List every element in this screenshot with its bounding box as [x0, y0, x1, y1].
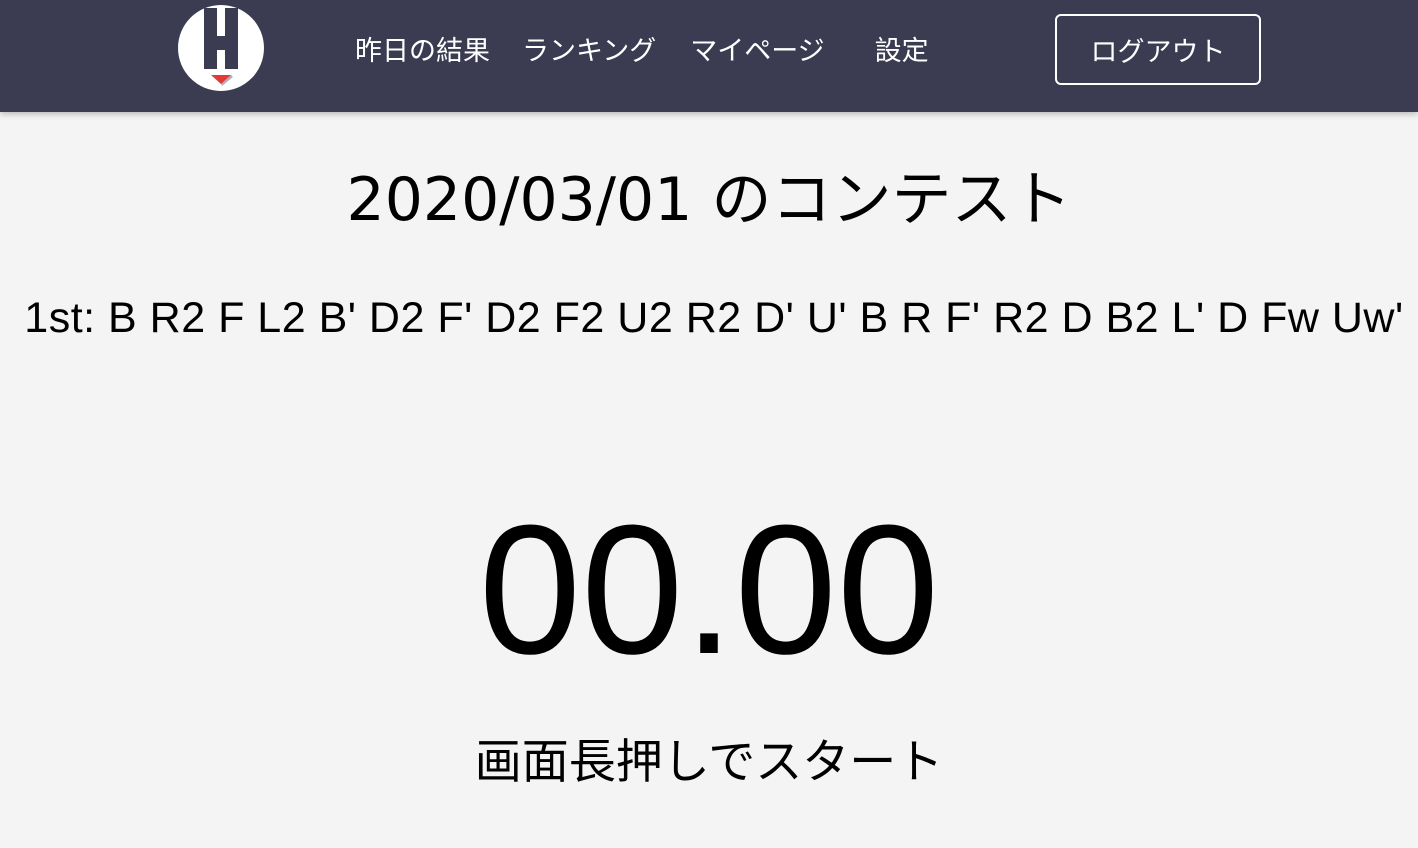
nav-links: 昨日の結果 ランキング マイページ 設定: [355, 0, 929, 96]
logo-icon[interactable]: [177, 4, 265, 92]
nav-link-ranking[interactable]: ランキング: [522, 29, 656, 68]
nav-link-settings[interactable]: 設定: [875, 29, 929, 68]
navbar: 昨日の結果 ランキング マイページ 設定 ログアウト: [0, 0, 1418, 112]
timer-display[interactable]: 00.00: [0, 484, 1418, 694]
scramble-text: 1st: B R2 F L2 B' D2 F' D2 F2 U2 R2 D' U…: [24, 294, 1404, 342]
nav-link-mypage[interactable]: マイページ: [690, 29, 824, 68]
logout-button[interactable]: ログアウト: [1055, 14, 1261, 85]
main-content: 2020/03/01 のコンテスト 1st: B R2 F L2 B' D2 F…: [0, 112, 1418, 848]
h-logo-icon: [178, 5, 264, 91]
start-instruction: 画面長押しでスタート: [474, 735, 944, 790]
nav-link-yesterday-results[interactable]: 昨日の結果: [355, 29, 490, 68]
page-title: 2020/03/01 のコンテスト: [346, 165, 1072, 235]
